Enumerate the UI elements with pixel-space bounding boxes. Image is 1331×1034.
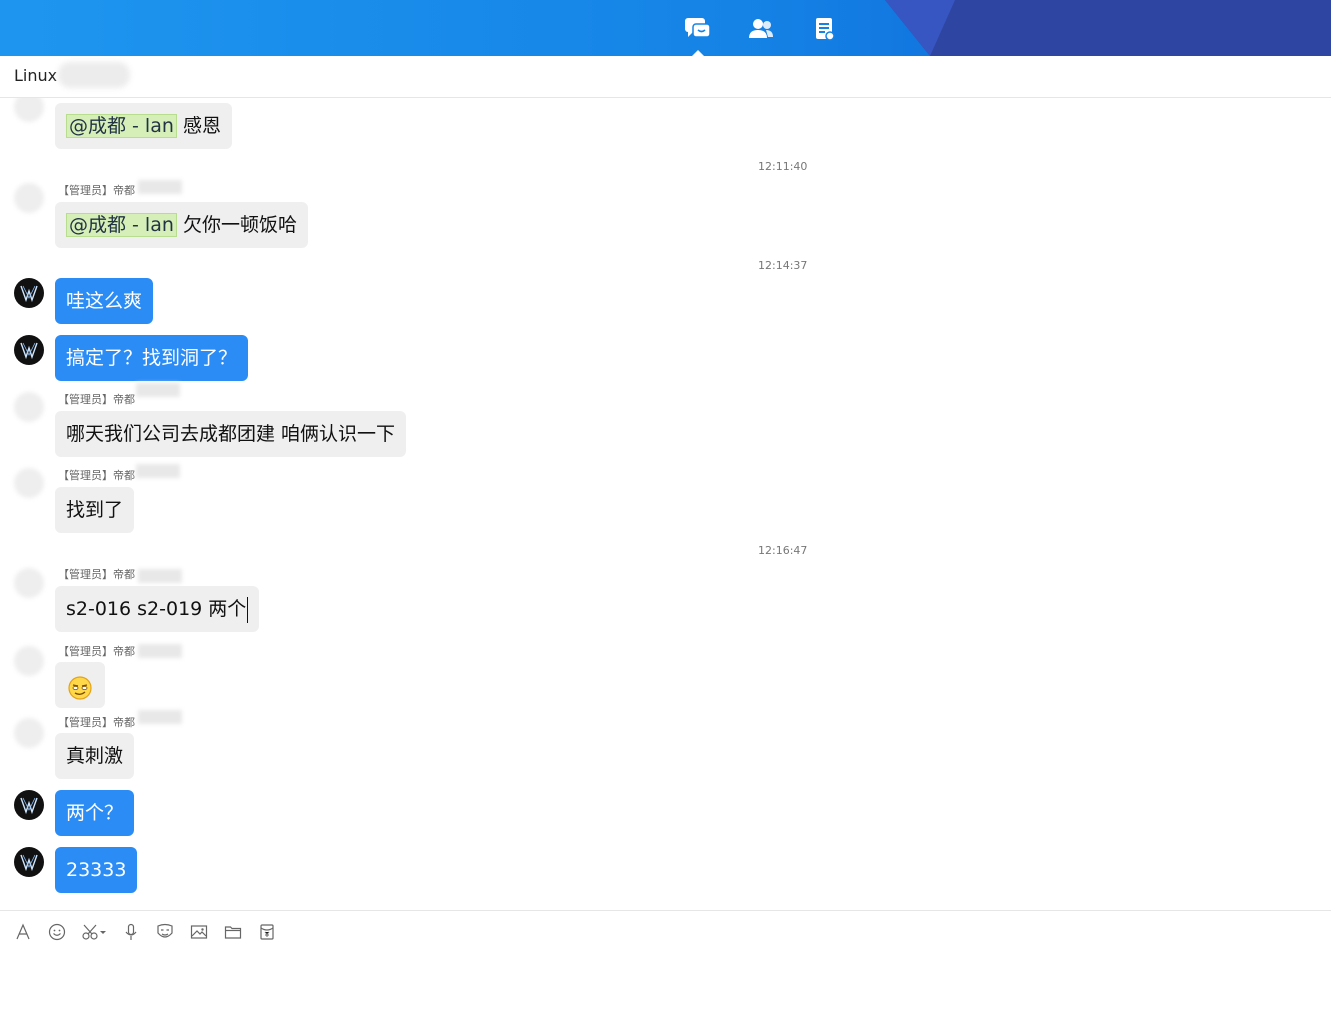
avatar[interactable]	[14, 718, 44, 748]
avatar[interactable]	[14, 468, 44, 498]
message-bubble[interactable]: 哪天我们公司去成都团建 咱俩认识一下	[55, 411, 407, 457]
timestamp: 12:11:40	[758, 160, 808, 173]
message-text: 23333	[66, 859, 127, 881]
message-text: 搞定了？找到洞了？	[66, 347, 238, 369]
mention-tag[interactable]: @成都 - lan	[66, 213, 177, 237]
message-bubble[interactable]	[55, 662, 105, 708]
top-bar	[0, 0, 1331, 56]
blurred-sender	[138, 569, 182, 583]
red-packet-icon[interactable]	[256, 921, 278, 943]
blurred-sender	[138, 644, 182, 658]
my-avatar[interactable]	[14, 847, 44, 877]
timestamp: 12:16:47	[758, 544, 808, 557]
avatar[interactable]	[14, 183, 44, 213]
avatar[interactable]	[14, 98, 44, 122]
my-avatar[interactable]	[14, 278, 44, 308]
message-bubble[interactable]: @成都 - lan 欠你一顿饭哈	[55, 202, 308, 248]
my-avatar[interactable]	[14, 335, 44, 365]
screenshot-icon[interactable]	[80, 921, 108, 943]
message-bubble[interactable]: @成都 - lan 感恩	[55, 103, 232, 149]
message-input[interactable]	[0, 950, 1331, 1034]
sender-name: 【管理员】帝都	[58, 469, 135, 482]
message-bubble[interactable]: 找到了	[55, 487, 135, 533]
sender-name: 【管理员】帝都	[58, 184, 135, 197]
message-bubble[interactable]: 搞定了？找到洞了？	[55, 335, 249, 381]
message-bubble[interactable]: 两个？	[55, 790, 135, 836]
sender-name: 【管理员】帝都	[58, 716, 135, 729]
message-text: 找到了	[66, 499, 124, 521]
image-icon[interactable]	[188, 921, 210, 943]
message-text: 哪天我们公司去成都团建 咱俩认识一下	[66, 423, 396, 445]
top-bar-dark-region	[885, 0, 1331, 56]
mention-tag[interactable]: @成都 - lan	[66, 114, 177, 138]
emoji-icon[interactable]	[46, 921, 68, 943]
blurred-sender	[136, 383, 180, 397]
blurred-title-suffix	[58, 62, 130, 88]
composer-toolbar	[12, 920, 278, 944]
chat-header: Linux	[0, 56, 1331, 98]
avatar[interactable]	[14, 568, 44, 598]
sender-name: 【管理员】帝都	[58, 393, 135, 406]
notes-icon[interactable]	[808, 14, 840, 44]
my-avatar[interactable]	[14, 790, 44, 820]
avatar[interactable]	[14, 392, 44, 422]
message-bubble[interactable]: 真刺激	[55, 733, 135, 779]
folder-icon[interactable]	[222, 921, 244, 943]
voice-icon[interactable]	[120, 921, 142, 943]
contacts-icon[interactable]	[745, 14, 777, 44]
message-text: 感恩	[182, 115, 221, 137]
avatar[interactable]	[14, 646, 44, 676]
sender-name: 【管理员】帝都	[58, 645, 135, 658]
message-bubble[interactable]: s2-016 s2-019 两个	[55, 586, 260, 632]
composer-divider	[0, 910, 1331, 911]
blurred-sender	[136, 464, 180, 478]
message-bubble[interactable]: 哇这么爽	[55, 278, 154, 324]
chat-title: Linux	[14, 66, 58, 85]
text-cursor	[247, 596, 249, 623]
blurred-sender	[138, 710, 182, 724]
message-bubble[interactable]: 23333	[55, 847, 138, 893]
message-text: 欠你一顿饭哈	[182, 214, 297, 236]
sender-name: 【管理员】帝都	[58, 568, 135, 581]
smirk-emoji	[67, 672, 93, 718]
font-icon[interactable]	[12, 921, 34, 943]
sticker-icon[interactable]	[154, 921, 176, 943]
chat-icon[interactable]	[681, 14, 713, 44]
message-list[interactable]: @成都 - lan 感恩 12:11:40 【管理员】帝都 @成都 - lan …	[0, 98, 1331, 910]
message-text: 真刺激	[66, 745, 124, 767]
message-text: 哇这么爽	[66, 290, 143, 312]
blurred-sender	[138, 180, 182, 194]
message-text: 两个？	[66, 802, 124, 824]
timestamp: 12:14:37	[758, 259, 808, 272]
message-text: s2-016 s2-019 两个	[66, 598, 247, 620]
